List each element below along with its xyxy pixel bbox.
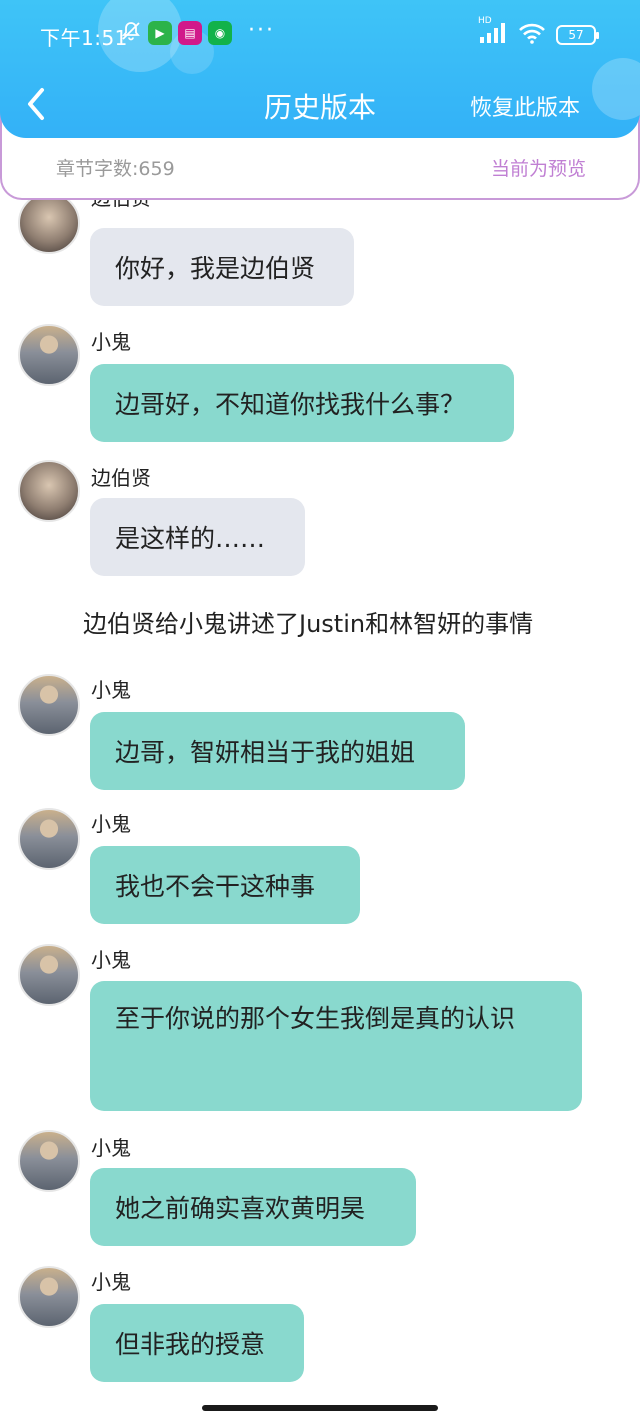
battery-indicator: 57	[556, 25, 599, 45]
status-time: 下午1:51	[40, 26, 128, 50]
sender-name: 小鬼	[91, 678, 131, 702]
more-notifications-icon: ···	[248, 18, 275, 43]
sender-name: 边伯贤	[91, 466, 151, 490]
sender-name: 小鬼	[91, 330, 131, 354]
navigation-bar: 历史版本 恢复此版本	[0, 70, 640, 138]
avatar	[18, 460, 80, 522]
message-bubble: 边哥，智妍相当于我的姐姐	[90, 712, 465, 790]
mute-bell-icon	[120, 20, 142, 46]
sender-name: 小鬼	[91, 812, 131, 836]
avatar	[18, 196, 80, 254]
message-bubble: 边哥好，不知道你找我什么事？	[90, 364, 514, 442]
sender-name: 小鬼	[91, 1270, 131, 1294]
sender-name: 小鬼	[91, 948, 131, 972]
message-bubble: 我也不会干这种事	[90, 846, 360, 924]
status-bar: 下午1:51 ▶ ▤ ◉ ··· HD 57	[0, 0, 640, 70]
chat-area: 边伯贤 你好，我是边伯贤 小鬼 边哥好，不知道你找我什么事？ 边伯贤 是这样的……	[0, 196, 640, 1422]
app-header: 下午1:51 ▶ ▤ ◉ ··· HD 57 历史版本 恢复此版本	[0, 0, 640, 138]
wifi-icon	[518, 22, 546, 48]
wechat-icon: ◉	[208, 21, 232, 45]
sender-name: 小鬼	[91, 1136, 131, 1160]
signal-icon: HD	[478, 16, 508, 48]
preview-status: 当前为预览	[490, 158, 586, 180]
reading-app-icon: ▤	[178, 21, 202, 45]
message-bubble: 至于你说的那个女生我倒是真的认识	[90, 981, 582, 1111]
video-app-icon: ▶	[148, 21, 172, 45]
avatar	[18, 324, 80, 386]
avatar	[18, 1266, 80, 1328]
message-bubble: 她之前确实喜欢黄明昊	[90, 1168, 416, 1246]
restore-version-button[interactable]: 恢复此版本	[470, 90, 580, 122]
narration-text: 边伯贤给小鬼讲述了Justin和林智妍的事情	[83, 610, 534, 638]
avatar	[18, 944, 80, 1006]
avatar	[18, 808, 80, 870]
notification-icons: ▶ ▤ ◉	[120, 20, 232, 46]
avatar	[18, 674, 80, 736]
hd-label: HD	[478, 16, 492, 26]
home-indicator[interactable]	[202, 1405, 438, 1411]
message-bubble: 是这样的……	[90, 498, 305, 576]
message-bubble: 但非我的授意	[90, 1304, 304, 1382]
avatar	[18, 1130, 80, 1192]
system-icons: HD 57	[478, 16, 599, 48]
message-bubble: 你好，我是边伯贤	[90, 228, 354, 306]
word-count: 章节字数:659	[56, 158, 175, 180]
